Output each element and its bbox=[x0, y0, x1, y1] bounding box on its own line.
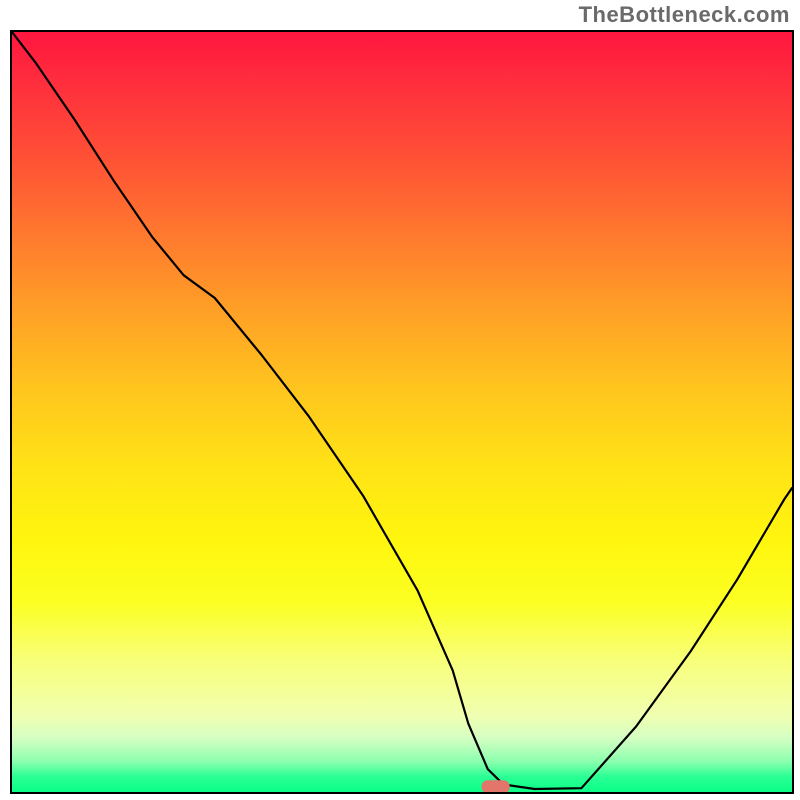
optimum-marker bbox=[482, 780, 510, 792]
curve-path bbox=[12, 32, 792, 789]
chart-frame: TheBottleneck.com bbox=[0, 0, 800, 800]
plot-area bbox=[10, 30, 794, 794]
bottleneck-curve bbox=[12, 32, 792, 792]
watermark-label: TheBottleneck.com bbox=[579, 2, 790, 28]
